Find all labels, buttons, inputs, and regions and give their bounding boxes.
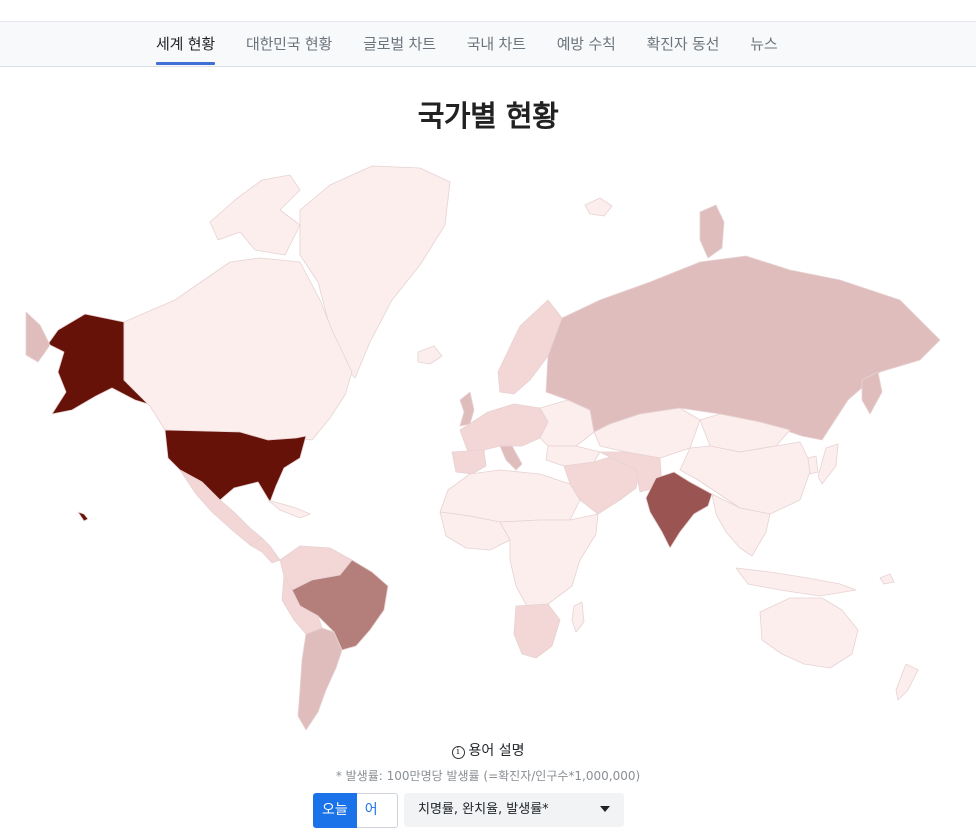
region-iberia[interactable] [451, 449, 487, 475]
glossary-label: 용어 설명 [468, 743, 525, 759]
tab-global-chart[interactable]: 글로벌 차트 [363, 22, 436, 67]
tab-news[interactable]: 뉴스 [750, 22, 777, 67]
tab-domestic-chart[interactable]: 국내 차트 [467, 22, 526, 67]
region-hawaii[interactable] [77, 511, 89, 522]
region-pacific-islands[interactable] [879, 573, 895, 585]
region-new-zealand[interactable] [895, 663, 919, 701]
incidence-footnote: * 발생률: 100만명당 발생률 (=확진자/인구수*1,000,000) [335, 769, 641, 783]
world-choropleth-map [25, 165, 941, 731]
region-russia-west-wrap[interactable] [25, 311, 51, 363]
region-caribbean[interactable] [267, 499, 311, 519]
tab-prevention-rules[interactable]: 예방 수칙 [557, 22, 616, 67]
region-russia[interactable] [545, 255, 941, 441]
region-south-africa[interactable] [513, 603, 561, 659]
region-iceland[interactable] [417, 345, 443, 365]
region-novaya-zemlya[interactable] [699, 204, 725, 259]
info-circle-icon: i [451, 746, 465, 759]
region-madagascar[interactable] [571, 601, 585, 633]
region-australia[interactable] [759, 597, 859, 669]
region-argentina-chile[interactable] [297, 627, 343, 731]
region-central-east-africa[interactable] [499, 513, 599, 609]
region-italy[interactable] [499, 445, 523, 471]
tab-korea-status[interactable]: 대한민국 현황 [246, 22, 332, 67]
region-india[interactable] [645, 471, 713, 549]
region-usa[interactable] [164, 429, 307, 503]
region-uk[interactable] [459, 391, 475, 427]
region-north-africa[interactable] [439, 469, 581, 523]
nav-tab-list: 세계 현황 대한민국 현황 글로벌 차트 국내 차트 예방 수칙 확진자 동선 … [156, 22, 808, 67]
region-japan[interactable] [817, 443, 839, 485]
region-canada[interactable] [123, 257, 353, 441]
region-svalbard[interactable] [584, 197, 613, 217]
region-indonesia[interactable] [735, 567, 857, 597]
tab-world-status[interactable]: 세계 현황 [156, 22, 215, 67]
glossary-toggle[interactable]: i 용어 설명 [0, 740, 976, 760]
day-toggle-group: 오늘 어제 [313, 793, 398, 828]
region-canada-arctic[interactable] [209, 174, 301, 256]
main-nav: 세계 현황 대한민국 현황 글로벌 차트 국내 차트 예방 수칙 확진자 동선 … [0, 21, 976, 67]
metric-select[interactable]: 치명률, 완치율, 발생률* [404, 793, 624, 827]
page-title: 국가별 현황 [417, 99, 559, 133]
region-korea[interactable] [807, 455, 819, 475]
tab-patient-routes[interactable]: 확진자 동선 [647, 22, 720, 67]
region-russia-far-east[interactable] [861, 371, 883, 415]
metric-select-value: 치명률, 완치율, 발생률* [418, 802, 549, 817]
yesterday-button[interactable]: 어제 [356, 793, 398, 828]
top-strip [0, 0, 976, 21]
caret-down-icon [600, 806, 610, 812]
today-button[interactable]: 오늘 [313, 793, 357, 828]
